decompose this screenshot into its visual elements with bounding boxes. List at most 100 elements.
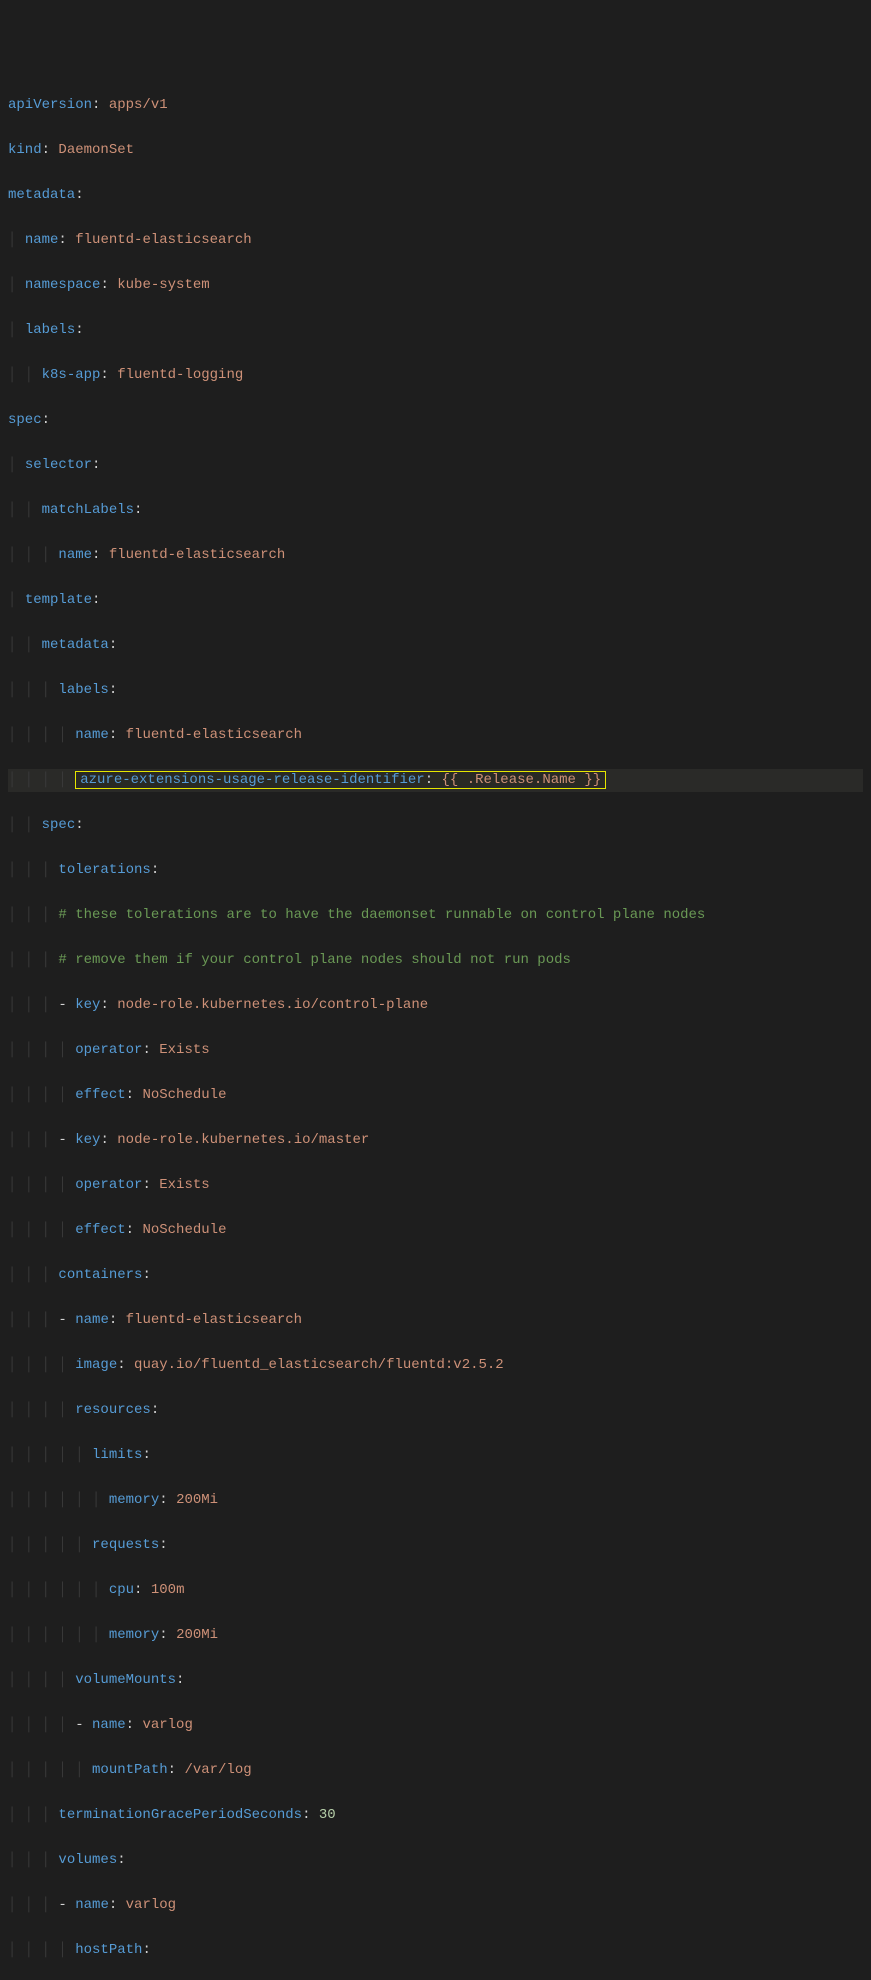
- yaml-key: effect: [75, 1222, 125, 1238]
- yaml-key: resources: [75, 1402, 151, 1418]
- yaml-key: volumes: [58, 1852, 117, 1868]
- yaml-key: key: [75, 1132, 100, 1148]
- yaml-key: name: [25, 232, 59, 248]
- yaml-key: k8s-app: [42, 367, 101, 383]
- yaml-key: image: [75, 1357, 117, 1373]
- code-line: apiVersion: apps/v1: [8, 94, 863, 117]
- code-line: │ │ │ name: fluentd-elasticsearch: [8, 544, 863, 567]
- yaml-value: fluentd-elasticsearch: [109, 547, 285, 563]
- code-line: kind: DaemonSet: [8, 139, 863, 162]
- code-line: │ │ metadata:: [8, 634, 863, 657]
- yaml-key: metadata: [8, 187, 75, 203]
- yaml-key: namespace: [25, 277, 101, 293]
- yaml-key: memory: [109, 1492, 159, 1508]
- yaml-key: spec: [8, 412, 42, 428]
- yaml-key: name: [75, 1312, 109, 1328]
- yaml-comment: # these tolerations are to have the daem…: [58, 907, 705, 923]
- code-line: │ │ │ │ operator: Exists: [8, 1174, 863, 1197]
- code-line: │ template:: [8, 589, 863, 612]
- code-line: │ │ │ │ resources:: [8, 1399, 863, 1422]
- yaml-key: memory: [109, 1627, 159, 1643]
- code-line: │ │ │ │ name: fluentd-elasticsearch: [8, 724, 863, 747]
- code-line: │ selector:: [8, 454, 863, 477]
- code-line: │ │ │ # these tolerations are to have th…: [8, 904, 863, 927]
- code-line: │ │ │ │ │ requests:: [8, 1534, 863, 1557]
- code-line: metadata:: [8, 184, 863, 207]
- yaml-key: tolerations: [58, 862, 150, 878]
- yaml-key: name: [58, 547, 92, 563]
- code-line: │ │ │ - key: node-role.kubernetes.io/con…: [8, 994, 863, 1017]
- yaml-key: matchLabels: [42, 502, 134, 518]
- yaml-value: Exists: [159, 1177, 209, 1193]
- yaml-key: requests: [92, 1537, 159, 1553]
- yaml-value: varlog: [126, 1897, 176, 1913]
- code-line: │ │ │ labels:: [8, 679, 863, 702]
- yaml-key: operator: [75, 1177, 142, 1193]
- yaml-key: template: [25, 592, 92, 608]
- yaml-key: limits: [92, 1447, 142, 1463]
- yaml-value: node-role.kubernetes.io/control-plane: [117, 997, 428, 1013]
- code-line: │ │ │ │ image: quay.io/fluentd_elasticse…: [8, 1354, 863, 1377]
- code-line: │ │ │ - key: node-role.kubernetes.io/mas…: [8, 1129, 863, 1152]
- code-line: │ │ matchLabels:: [8, 499, 863, 522]
- code-line: │ │ │ │ │ mountPath: /var/log: [8, 1759, 863, 1782]
- code-line: │ name: fluentd-elasticsearch: [8, 229, 863, 252]
- yaml-key: containers: [58, 1267, 142, 1283]
- yaml-value: quay.io/fluentd_elasticsearch/fluentd:v2…: [134, 1357, 504, 1373]
- yaml-key: operator: [75, 1042, 142, 1058]
- yaml-key: selector: [25, 457, 92, 473]
- yaml-value: kube-system: [117, 277, 209, 293]
- yaml-key: azure-extensions-usage-release-identifie…: [80, 772, 424, 788]
- code-line: │ │ │ │ hostPath:: [8, 1939, 863, 1962]
- code-line: │ │ │ │ volumeMounts:: [8, 1669, 863, 1692]
- code-line: │ │ k8s-app: fluentd-logging: [8, 364, 863, 387]
- code-line: │ │ │ tolerations:: [8, 859, 863, 882]
- yaml-key: labels: [58, 682, 108, 698]
- yaml-value: 30: [319, 1807, 336, 1823]
- yaml-key: kind: [8, 142, 42, 158]
- yaml-value: 100m: [151, 1582, 185, 1598]
- code-line: │ │ │ containers:: [8, 1264, 863, 1287]
- code-line: │ │ │ │ │ │ cpu: 100m: [8, 1579, 863, 1602]
- yaml-key: name: [92, 1717, 126, 1733]
- yaml-key: key: [75, 997, 100, 1013]
- yaml-value: fluentd-elasticsearch: [126, 1312, 302, 1328]
- code-line: │ │ │ volumes:: [8, 1849, 863, 1872]
- yaml-value: Exists: [159, 1042, 209, 1058]
- yaml-key: spec: [42, 817, 76, 833]
- yaml-value: NoSchedule: [142, 1222, 226, 1238]
- yaml-comment: # remove them if your control plane node…: [58, 952, 570, 968]
- yaml-key: terminationGracePeriodSeconds: [58, 1807, 302, 1823]
- yaml-key: apiVersion: [8, 97, 92, 113]
- code-line: spec:: [8, 409, 863, 432]
- yaml-key: effect: [75, 1087, 125, 1103]
- yaml-key: labels: [25, 322, 75, 338]
- yaml-value: {{ .Release.Name }}: [442, 772, 602, 788]
- yaml-value: 200Mi: [176, 1492, 218, 1508]
- code-line: │ labels:: [8, 319, 863, 342]
- code-line: │ namespace: kube-system: [8, 274, 863, 297]
- yaml-key: name: [75, 727, 109, 743]
- code-line: │ │ │ │ │ │ memory: 200Mi: [8, 1624, 863, 1647]
- yaml-value: /var/log: [184, 1762, 251, 1778]
- code-line: │ │ │ │ │ limits:: [8, 1444, 863, 1467]
- yaml-value: NoSchedule: [142, 1087, 226, 1103]
- code-line: │ │ │ - name: fluentd-elasticsearch: [8, 1309, 863, 1332]
- yaml-value: fluentd-logging: [117, 367, 243, 383]
- code-line-highlighted: │ │ │ │ azure-extensions-usage-release-i…: [8, 769, 863, 792]
- yaml-key: volumeMounts: [75, 1672, 176, 1688]
- code-line: │ │ │ - name: varlog: [8, 1894, 863, 1917]
- yaml-key: cpu: [109, 1582, 134, 1598]
- code-line: │ │ │ # remove them if your control plan…: [8, 949, 863, 972]
- code-line: │ │ spec:: [8, 814, 863, 837]
- yaml-value: varlog: [142, 1717, 192, 1733]
- code-line: │ │ │ terminationGracePeriodSeconds: 30: [8, 1804, 863, 1827]
- code-line: │ │ │ │ operator: Exists: [8, 1039, 863, 1062]
- yaml-key: mountPath: [92, 1762, 168, 1778]
- yaml-key: name: [75, 1897, 109, 1913]
- code-line: │ │ │ │ │ │ memory: 200Mi: [8, 1489, 863, 1512]
- yaml-value: node-role.kubernetes.io/master: [117, 1132, 369, 1148]
- code-line: │ │ │ │ - name: varlog: [8, 1714, 863, 1737]
- yaml-key: hostPath: [75, 1942, 142, 1958]
- yaml-value: fluentd-elasticsearch: [126, 727, 302, 743]
